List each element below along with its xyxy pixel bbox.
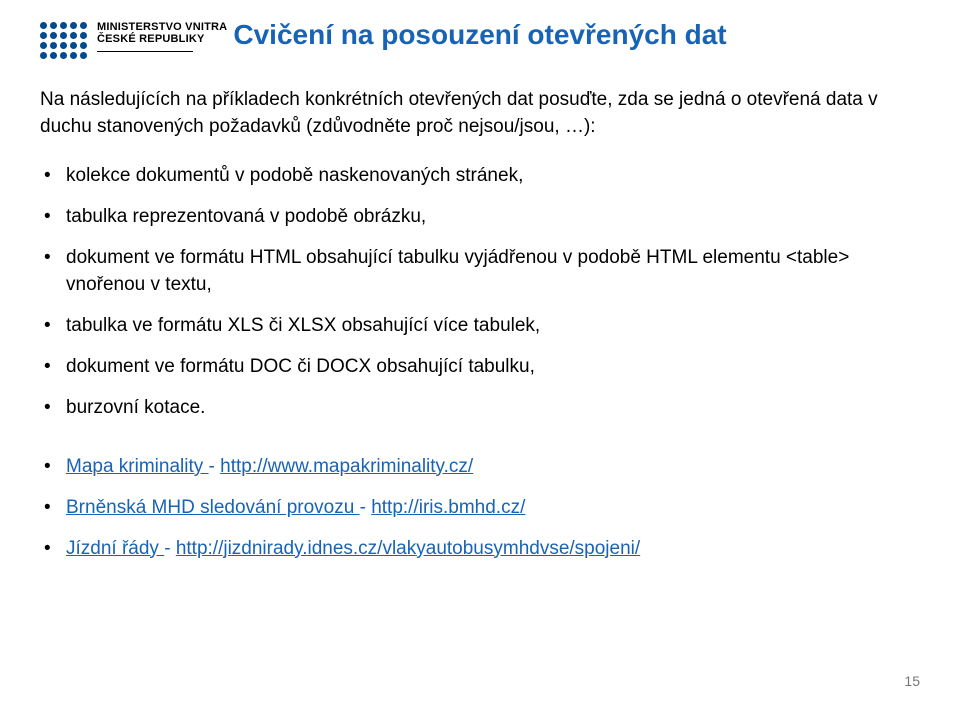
logo-dot xyxy=(70,32,77,39)
list-item: Jízdní řády - http://jizdnirady.idnes.cz… xyxy=(40,536,920,563)
list-item: kolekce dokumentů v podobě naskenovaných… xyxy=(40,163,920,190)
link-jizdni-rady-url[interactable]: http://jizdnirady.idnes.cz/vlakyautobusy… xyxy=(176,538,640,559)
logo-dot xyxy=(40,52,47,59)
bullet-list: kolekce dokumentů v podobě naskenovaných… xyxy=(40,163,920,422)
list-item: tabulka ve formátu XLS či XLSX obsahujíc… xyxy=(40,313,920,340)
link-mapa-kriminality[interactable]: Mapa kriminality xyxy=(66,456,209,477)
logo-dot xyxy=(50,32,57,39)
link-brnenska-mhd-url[interactable]: http://iris.bmhd.cz/ xyxy=(371,497,525,518)
logo-dot xyxy=(60,32,67,39)
logo-dot xyxy=(60,42,67,49)
logo-dot xyxy=(60,52,67,59)
logo-dot xyxy=(40,32,47,39)
link-separator: - xyxy=(209,456,221,477)
list-item: Brněnská MHD sledování provozu - http://… xyxy=(40,495,920,522)
logo-dot xyxy=(50,22,57,29)
logo-dot xyxy=(50,52,57,59)
logo-text: MINISTERSTVO VNITRA ČESKÉ REPUBLIKY xyxy=(97,22,227,52)
logo-dot xyxy=(80,32,87,39)
link-separator: - xyxy=(360,497,372,518)
list-item: burzovní kotace. xyxy=(40,395,920,422)
logo-line1: MINISTERSTVO VNITRA xyxy=(97,22,227,34)
link-mapa-kriminality-url[interactable]: http://www.mapakriminality.cz/ xyxy=(220,456,473,477)
logo-dot xyxy=(80,22,87,29)
logo-dot xyxy=(40,42,47,49)
logo-dot xyxy=(70,42,77,49)
logo-dot xyxy=(40,22,47,29)
logo-dot xyxy=(60,22,67,29)
logo-dot xyxy=(70,22,77,29)
list-item: dokument ve formátu HTML obsahující tabu… xyxy=(40,245,920,299)
logo-rule xyxy=(97,51,193,52)
link-separator: - xyxy=(164,538,176,559)
slide-body: Na následujících na příkladech konkrétní… xyxy=(40,87,920,563)
list-item: tabulka reprezentovaná v podobě obrázku, xyxy=(40,204,920,231)
link-jizdni-rady[interactable]: Jízdní řády xyxy=(66,538,164,559)
link-brnenska-mhd[interactable]: Brněnská MHD sledování provozu xyxy=(66,497,360,518)
page-number: 15 xyxy=(904,673,920,689)
list-item: dokument ve formátu DOC či DOCX obsahují… xyxy=(40,354,920,381)
logo-dot xyxy=(50,42,57,49)
links-list: Mapa kriminality - http://www.mapakrimin… xyxy=(40,454,920,563)
logo-dot xyxy=(70,52,77,59)
logo-dots-grid xyxy=(40,22,87,59)
slide: MINISTERSTVO VNITRA ČESKÉ REPUBLIKY Cvič… xyxy=(0,0,960,711)
logo-dot xyxy=(80,42,87,49)
list-item: Mapa kriminality - http://www.mapakrimin… xyxy=(40,454,920,481)
intro-paragraph: Na následujících na příkladech konkrétní… xyxy=(40,87,920,141)
logo-dot xyxy=(80,52,87,59)
logo-line2: ČESKÉ REPUBLIKY xyxy=(97,34,227,46)
